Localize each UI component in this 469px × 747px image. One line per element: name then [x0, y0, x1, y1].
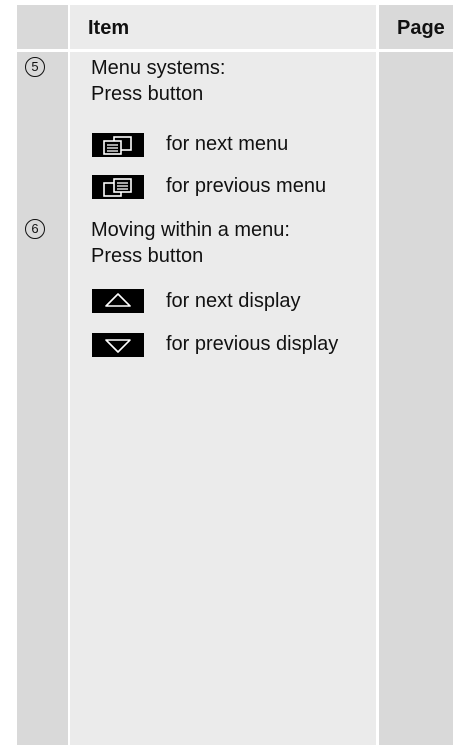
row-5-instruction: Press button — [91, 83, 204, 105]
item-table: Item Page 5 Menu systems: Press button f… — [17, 5, 453, 745]
previous-menu-icon — [92, 175, 144, 199]
previous-menu-label: for previous menu — [166, 175, 327, 197]
page-column — [379, 5, 453, 745]
row-6-title: Moving within a menu: — [91, 219, 290, 241]
previous-display-label: for previous display — [166, 333, 339, 355]
row-5-title: Menu systems: — [91, 57, 226, 79]
next-display-label: for next display — [166, 290, 301, 312]
table-header: Item Page — [17, 5, 453, 49]
down-arrow-icon — [92, 333, 144, 357]
next-menu-icon — [92, 133, 144, 157]
header-page-label: Page — [397, 17, 445, 39]
row-number-6: 6 — [25, 219, 45, 239]
up-arrow-icon — [92, 289, 144, 313]
header-divider — [17, 49, 453, 52]
header-item-label: Item — [88, 17, 130, 39]
row-6-instruction: Press button — [91, 245, 204, 267]
next-menu-label: for next menu — [166, 133, 289, 155]
row-number-5: 5 — [25, 57, 45, 77]
item-column — [70, 5, 376, 745]
number-column — [17, 5, 68, 745]
